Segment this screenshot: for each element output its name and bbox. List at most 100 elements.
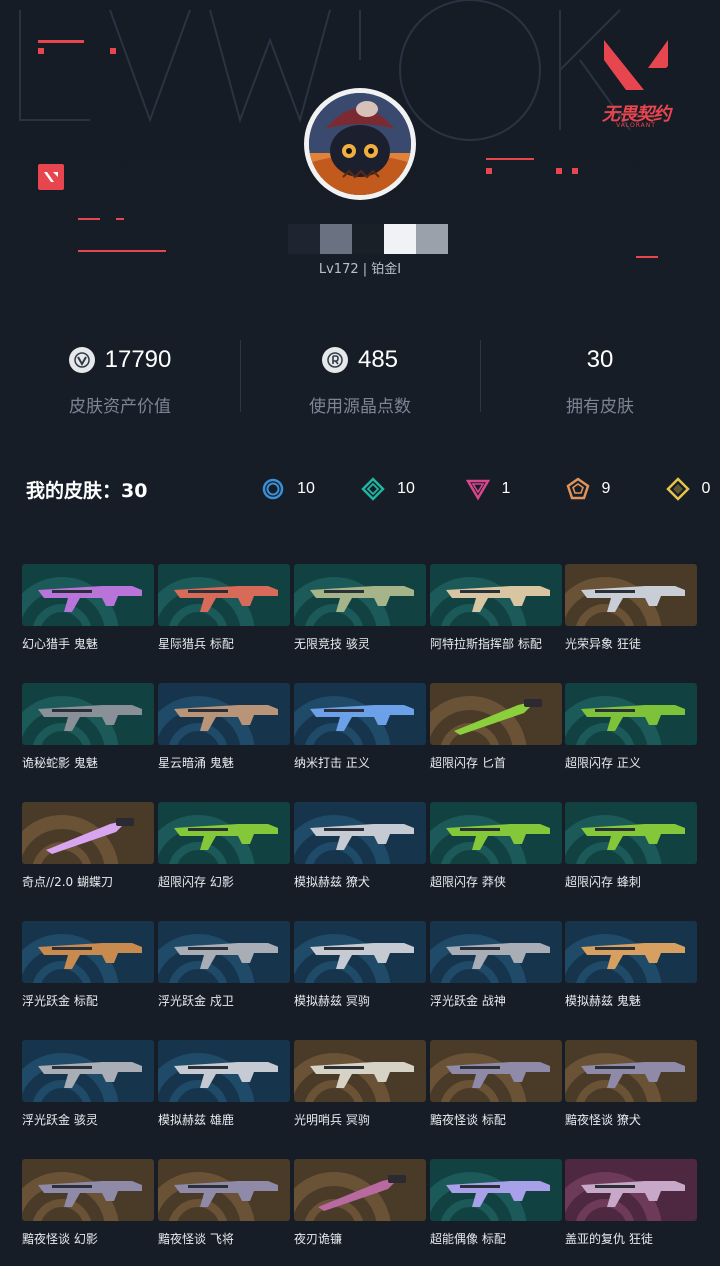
- skin-thumbnail: [22, 1040, 154, 1102]
- weapon-skin-icon: [446, 586, 550, 612]
- decor-dot: [572, 168, 578, 174]
- avatar[interactable]: [304, 88, 416, 200]
- tier-filter-deluxe[interactable]: 10: [338, 477, 438, 501]
- skin-thumbnail: [430, 564, 562, 626]
- skin-name: 模拟赫兹 鬼魅: [565, 994, 641, 1008]
- skin-card[interactable]: 浮光跃金 戍卫: [158, 921, 290, 1009]
- skin-thumbnail: [158, 802, 290, 864]
- weapon-skin-icon: [38, 1062, 142, 1088]
- weapon-skin-icon: [310, 824, 414, 850]
- skin-card[interactable]: 浮光跃金 战神: [430, 921, 562, 1009]
- skin-card[interactable]: 超限闪存 匕首: [430, 683, 562, 771]
- skin-thumbnail: [158, 1159, 290, 1221]
- skin-name: 浮光跃金 骇灵: [22, 1113, 98, 1127]
- weapon-skin-icon: [454, 699, 542, 735]
- skin-card[interactable]: 超限闪存 莽侠: [430, 802, 562, 890]
- stat-owned-skins: 30 拥有皮肤: [480, 340, 720, 417]
- skin-name: 纳米打击 正义: [294, 756, 370, 770]
- skin-thumbnail: [294, 683, 426, 745]
- weapon-skin-icon: [38, 705, 142, 731]
- skin-card[interactable]: 奇点//2.0 蝴蝶刀: [22, 802, 154, 890]
- weapon-skin-icon: [46, 818, 134, 854]
- skin-card[interactable]: 超限闪存 蜂刺: [565, 802, 697, 890]
- tier-filter-select[interactable]: 10: [238, 477, 338, 501]
- skin-name: 奇点//2.0 蝴蝶刀: [22, 875, 113, 889]
- skins-header: 我的皮肤：30 10 10 1 9 0: [26, 474, 710, 504]
- skin-card[interactable]: 黯夜怪谈 獠犬: [565, 1040, 697, 1128]
- skin-card[interactable]: 浮光跃金 标配: [22, 921, 154, 1009]
- skin-name: 浮光跃金 标配: [22, 994, 98, 1008]
- skin-card[interactable]: 诡秘蛇影 鬼魅: [22, 683, 154, 771]
- valorant-logo-icon: [604, 40, 668, 90]
- skin-thumbnail: [22, 564, 154, 626]
- weapon-skin-icon: [446, 1181, 550, 1207]
- skin-card[interactable]: 纳米打击 正义: [294, 683, 426, 771]
- skin-name: 盖亚的复仇 狂徒: [565, 1232, 653, 1246]
- stat-value: 30: [586, 346, 614, 373]
- tier-filter-premium[interactable]: 1: [438, 477, 538, 501]
- skin-name: 超限闪存 匕首: [430, 756, 506, 770]
- tier-filter-ultra[interactable]: 9: [538, 477, 638, 501]
- skin-name: 超限闪存 莽侠: [430, 875, 506, 889]
- skin-card[interactable]: 黯夜怪谈 标配: [430, 1040, 562, 1128]
- skin-card[interactable]: 黯夜怪谈 幻影: [22, 1159, 154, 1247]
- skin-card[interactable]: 幻心猎手 鬼魅: [22, 564, 154, 652]
- skin-name: 浮光跃金 戍卫: [158, 994, 234, 1008]
- weapon-skin-icon: [581, 824, 685, 850]
- ultra-tier-icon: [566, 477, 590, 500]
- weapon-skin-icon: [174, 1181, 278, 1207]
- skin-card[interactable]: 星云暗涌 鬼魅: [158, 683, 290, 771]
- skins-title: 我的皮肤：30: [26, 479, 148, 502]
- skin-card[interactable]: 浮光跃金 骇灵: [22, 1040, 154, 1128]
- stat-label: 拥有皮肤: [566, 397, 634, 417]
- skin-card[interactable]: 超限闪存 幻影: [158, 802, 290, 890]
- skin-card[interactable]: 光明哨兵 冥驹: [294, 1040, 426, 1128]
- decor-line: [78, 218, 100, 220]
- decor-dot: [556, 168, 562, 174]
- exclusive-tier-icon: [665, 477, 690, 501]
- tier-count: 10: [397, 480, 415, 497]
- valorant-mini-logo-icon: [38, 164, 64, 190]
- weapon-skin-icon: [174, 1062, 278, 1088]
- skin-card[interactable]: 模拟赫兹 獠犬: [294, 802, 426, 890]
- weapon-skin-icon: [581, 943, 685, 969]
- tier-filter-exclusive[interactable]: 0: [638, 477, 720, 501]
- weapon-skin-icon: [38, 943, 142, 969]
- decor-line: [486, 158, 534, 160]
- skin-card[interactable]: 模拟赫兹 鬼魅: [565, 921, 697, 1009]
- decor-line: [78, 250, 166, 252]
- skin-thumbnail: [158, 564, 290, 626]
- skin-card[interactable]: 超限闪存 正义: [565, 683, 697, 771]
- skin-name: 阿特拉斯指挥部 标配: [430, 637, 542, 651]
- skin-name: 超限闪存 正义: [565, 756, 641, 770]
- skin-thumbnail: [294, 802, 426, 864]
- skin-card[interactable]: 阿特拉斯指挥部 标配: [430, 564, 562, 652]
- skin-name: 黯夜怪谈 标配: [430, 1113, 506, 1127]
- skin-card[interactable]: 超能偶像 标配: [430, 1159, 562, 1247]
- skin-card[interactable]: 光荣异象 狂徒: [565, 564, 697, 652]
- skin-card[interactable]: 模拟赫兹 雄鹿: [158, 1040, 290, 1128]
- skin-card[interactable]: 黯夜怪谈 飞将: [158, 1159, 290, 1247]
- skin-name: 黯夜怪谈 飞将: [158, 1232, 234, 1246]
- weapon-skin-icon: [581, 1062, 685, 1088]
- brand-logo: 无畏契约 VALORANT: [586, 38, 686, 130]
- skin-card[interactable]: 星际猎兵 标配: [158, 564, 290, 652]
- skin-thumbnail: [430, 921, 562, 983]
- tier-count: 1: [501, 480, 511, 497]
- skin-card[interactable]: 盖亚的复仇 狂徒: [565, 1159, 697, 1247]
- tier-count: 10: [297, 480, 315, 497]
- skin-thumbnail: [565, 802, 697, 864]
- valorant-points-icon: [68, 347, 95, 373]
- weapon-skin-icon: [174, 586, 278, 612]
- weapon-skin-icon: [446, 1062, 550, 1088]
- weapon-skin-icon: [174, 824, 278, 850]
- tier-count: 9: [601, 480, 611, 497]
- skin-name: 黯夜怪谈 幻影: [22, 1232, 98, 1246]
- skin-card[interactable]: 模拟赫兹 冥驹: [294, 921, 426, 1009]
- skin-card[interactable]: 无限竞技 骇灵: [294, 564, 426, 652]
- tier-count: 0: [701, 480, 711, 497]
- decor-dot: [38, 48, 44, 54]
- skin-card[interactable]: 夜刃诡镰: [294, 1159, 426, 1247]
- premium-tier-icon: [465, 479, 490, 501]
- stat-value: 485: [357, 346, 399, 373]
